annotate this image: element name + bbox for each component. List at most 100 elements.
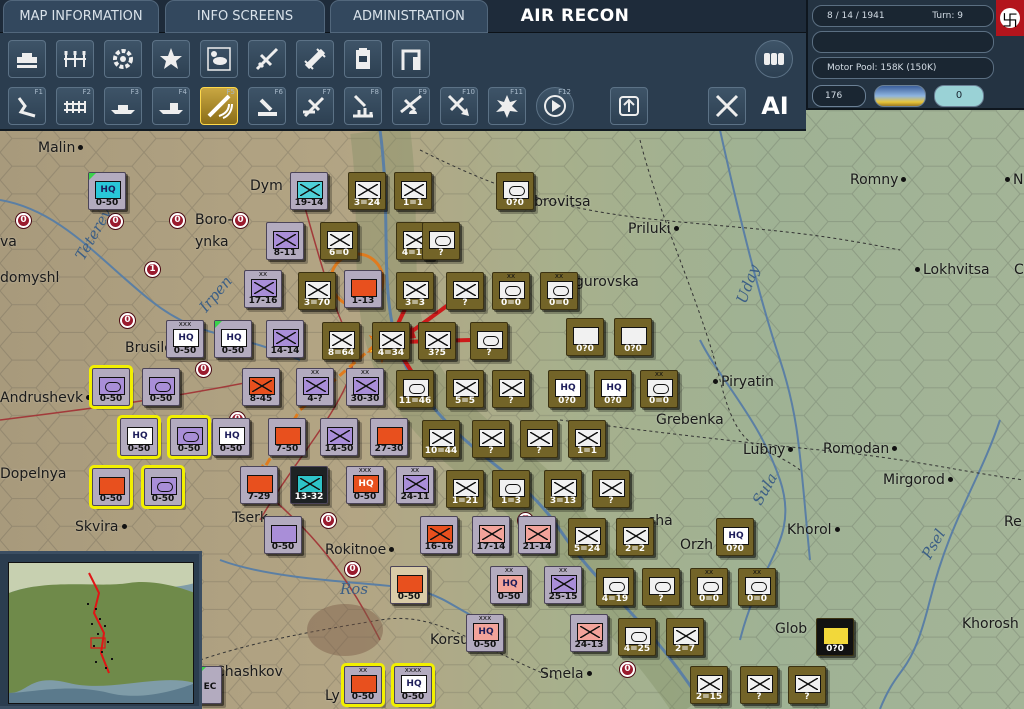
german-unit[interactable]: ?	[642, 568, 680, 606]
soviet-unit[interactable]: xx HQ 0-50	[490, 566, 528, 604]
tab-info-screens[interactable]: INFO SCREENS	[165, 0, 325, 33]
german-unit[interactable]: ?	[520, 420, 558, 458]
german-unit[interactable]: 3=13	[544, 470, 582, 508]
soviet-unit[interactable]: xx 25-15	[544, 566, 582, 604]
german-unit[interactable]: ?	[470, 322, 508, 360]
ai-button[interactable]: AI	[756, 87, 794, 125]
soviet-unit[interactable]: xxx HQ 0-50	[166, 320, 204, 358]
soviet-unit[interactable]: HQ 0-50	[212, 418, 250, 456]
rail-icon[interactable]	[296, 40, 334, 78]
soviet-unit[interactable]: 13-32	[290, 466, 328, 504]
soviet-unit[interactable]: 24-13	[570, 614, 608, 652]
soviet-unit[interactable]: xxx HQ 0-50	[346, 466, 384, 504]
german-unit[interactable]: HQ 0?0	[548, 370, 586, 408]
gear-icon[interactable]	[104, 40, 142, 78]
german-unit[interactable]: 8=64	[322, 322, 360, 360]
german-unit[interactable]: xx 0=0	[540, 272, 578, 310]
soviet-unit[interactable]: 16-16	[420, 516, 458, 554]
soviet-unit[interactable]: xx 0-50	[341, 663, 385, 707]
soviet-unit[interactable]: 0-50	[167, 415, 211, 459]
air-transport-icon[interactable]: F7	[296, 87, 334, 125]
soviet-unit[interactable]: 17-14	[472, 516, 510, 554]
german-unit[interactable]: 0?0	[496, 172, 534, 210]
german-unit[interactable]: 1=21	[446, 470, 484, 508]
air-recon-icon[interactable]: F5	[200, 87, 238, 125]
german-unit[interactable]: 4=34	[372, 322, 410, 360]
german-unit[interactable]: 4=19	[596, 568, 634, 606]
toggle-counter[interactable]: 0	[934, 85, 984, 107]
tab-administration[interactable]: ADMINISTRATION	[330, 0, 488, 33]
minimap[interactable]	[0, 551, 202, 709]
soviet-unit[interactable]: 7-50	[268, 418, 306, 456]
german-unit[interactable]: 2=15	[690, 666, 728, 704]
german-unit[interactable]: 3=24	[348, 172, 386, 210]
german-unit[interactable]: ?	[788, 666, 826, 704]
soviet-unit[interactable]: 0-50	[390, 566, 428, 604]
german-unit[interactable]: 11=46	[396, 370, 434, 408]
explosion-icon[interactable]: F11	[488, 87, 526, 125]
german-unit[interactable]: 5=5	[446, 370, 484, 408]
german-unit[interactable]: ?	[740, 666, 778, 704]
german-unit[interactable]: 1=1	[394, 172, 432, 210]
ground-units-icon[interactable]	[8, 40, 46, 78]
german-unit[interactable]: 3?5	[418, 322, 456, 360]
movement-icon[interactable]: F1	[8, 87, 46, 125]
german-unit[interactable]: 6=0	[320, 222, 358, 260]
german-unit[interactable]: 1=1	[568, 420, 606, 458]
german-unit[interactable]: ?	[472, 420, 510, 458]
german-unit[interactable]: 2=7	[666, 618, 704, 656]
weather-icon[interactable]	[200, 40, 238, 78]
soviet-unit[interactable]: 0-50	[141, 465, 185, 509]
soviet-unit[interactable]: 19-14	[290, 172, 328, 210]
rail-movement-icon[interactable]: F2	[56, 87, 94, 125]
soviet-unit[interactable]: HQ 0-50	[214, 320, 252, 358]
weather-indicator[interactable]	[874, 85, 926, 107]
soviet-unit[interactable]: xx 30-30	[346, 368, 384, 406]
soviet-unit[interactable]: xx 4-?	[296, 368, 334, 406]
german-unit[interactable]: 0?0	[816, 618, 854, 656]
german-unit[interactable]: 2=2	[616, 518, 654, 556]
sea-transport-icon[interactable]: F4	[152, 87, 190, 125]
air-strike-icon[interactable]: F10	[440, 87, 478, 125]
soviet-unit[interactable]: 0-50	[142, 368, 180, 406]
stack-icon[interactable]	[755, 40, 793, 78]
german-unit[interactable]: xx 0=0	[738, 568, 776, 606]
depot-icon[interactable]	[392, 40, 430, 78]
german-unit[interactable]: 3=3	[396, 272, 434, 310]
soviet-unit[interactable]: 0-50	[89, 465, 133, 509]
german-unit[interactable]: 4=25	[618, 618, 656, 656]
soviet-unit[interactable]: HQ 0-50	[88, 172, 126, 210]
soviet-unit[interactable]: 0-50	[264, 516, 302, 554]
german-unit[interactable]: 0?0	[614, 318, 652, 356]
formation-icon[interactable]	[56, 40, 94, 78]
soviet-unit[interactable]: 1-13	[344, 270, 382, 308]
soviet-unit[interactable]: xx 24-11	[396, 466, 434, 504]
soviet-unit[interactable]: 7-29	[240, 466, 278, 504]
german-unit[interactable]: 10=44	[422, 420, 460, 458]
soviet-unit[interactable]: 27-30	[370, 418, 408, 456]
soviet-unit[interactable]: 21-14	[518, 516, 556, 554]
paradrop-icon[interactable]: F9	[392, 87, 430, 125]
soviet-unit[interactable]: 14-14	[266, 320, 304, 358]
soviet-unit[interactable]: xx 17-16	[244, 270, 282, 308]
german-unit[interactable]: ?	[446, 272, 484, 310]
bombing-icon[interactable]: F8	[344, 87, 382, 125]
soviet-unit[interactable]: xxxx HQ 0-50	[391, 663, 435, 707]
german-unit[interactable]: HQ 0?0	[716, 518, 754, 556]
german-unit[interactable]: xx 0=0	[492, 272, 530, 310]
next-icon[interactable]: F12	[536, 87, 574, 125]
german-unit[interactable]: ?	[592, 470, 630, 508]
german-unit[interactable]: 1=3	[492, 470, 530, 508]
german-unit[interactable]: 3=70	[298, 272, 336, 310]
soviet-unit[interactable]: 8-45	[242, 368, 280, 406]
german-unit[interactable]: ?	[422, 222, 460, 260]
upload-icon[interactable]	[610, 87, 648, 125]
german-unit[interactable]: ?	[492, 370, 530, 408]
tab-map-information[interactable]: MAP INFORMATION	[3, 0, 159, 33]
german-unit[interactable]: 5=24	[568, 518, 606, 556]
star-icon[interactable]	[152, 40, 190, 78]
artillery-icon[interactable]: F6	[248, 87, 286, 125]
german-unit[interactable]: xx 0=0	[640, 370, 678, 408]
air-combat-icon[interactable]	[708, 87, 746, 125]
german-unit[interactable]: 0?0	[566, 318, 604, 356]
